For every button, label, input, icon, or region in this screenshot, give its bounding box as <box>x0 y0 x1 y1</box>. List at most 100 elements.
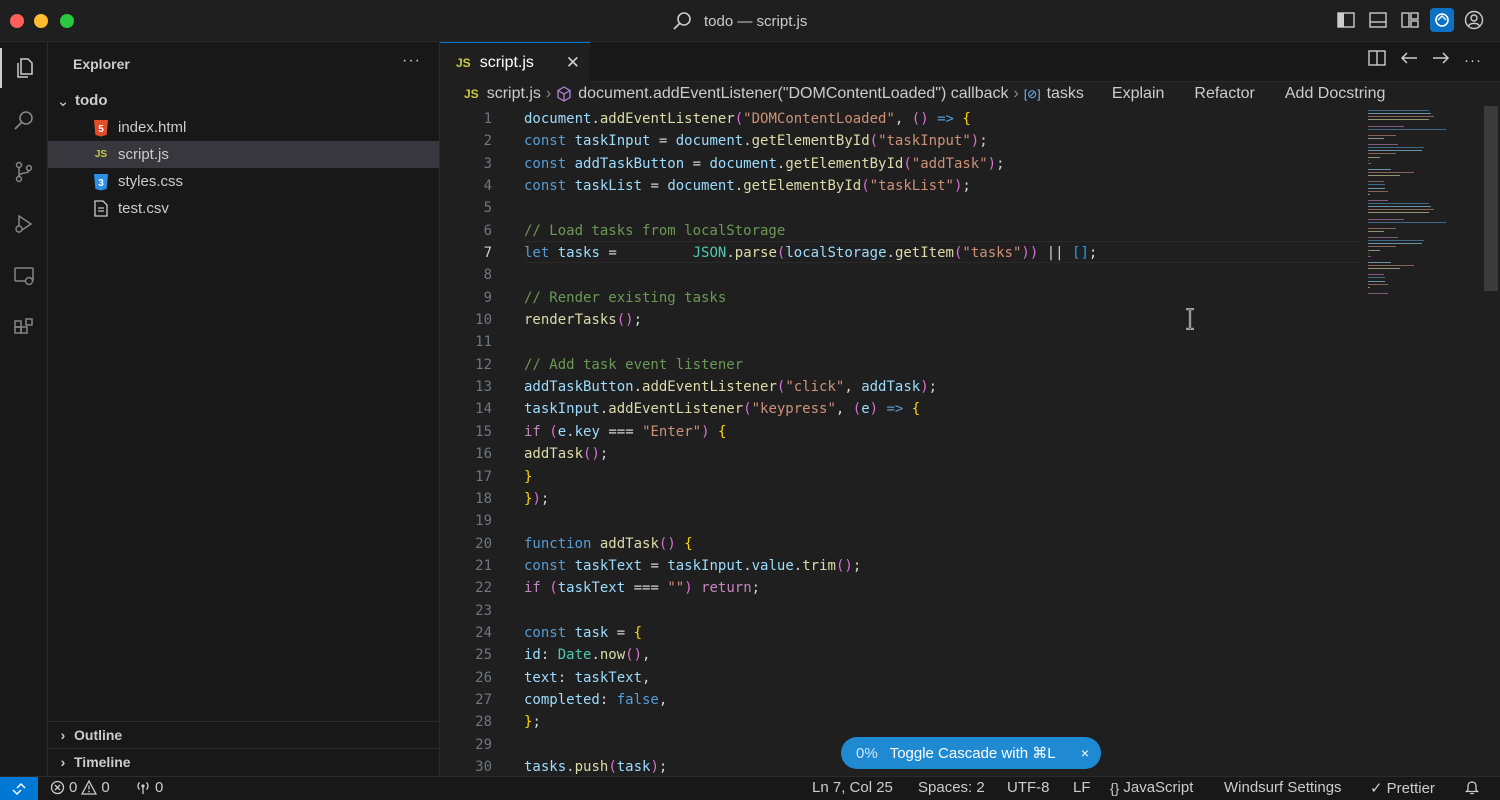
remote-explorer-icon[interactable] <box>0 256 48 296</box>
prettier-status[interactable]: ✓ Prettier <box>1370 779 1435 798</box>
more-actions-icon[interactable]: ··· <box>402 52 421 70</box>
code-line[interactable]: addTask(); <box>524 443 1354 465</box>
more-actions-icon[interactable]: ··· <box>1464 52 1482 69</box>
toggle-primary-sidebar-icon[interactable] <box>1334 8 1358 32</box>
cursor-position[interactable]: Ln 7, Col 25 <box>812 779 893 796</box>
close-window-button[interactable] <box>10 14 24 28</box>
line-number: 13 <box>475 379 492 396</box>
minimap-line <box>1368 286 1371 288</box>
code-line[interactable]: // Render existing tasks <box>524 287 1354 309</box>
minimap-line <box>1368 147 1425 149</box>
code-line[interactable]: }); <box>524 488 1354 510</box>
code-line[interactable]: const taskText = taskInput.value.trim(); <box>524 555 1354 577</box>
code-line[interactable]: if (taskText === "") return; <box>524 577 1354 599</box>
cascade-toggle-toast[interactable]: 0% Toggle Cascade with ⌘L × <box>841 737 1101 769</box>
windsurf-settings[interactable]: Windsurf Settings <box>1224 779 1342 796</box>
minimize-window-button[interactable] <box>34 14 48 28</box>
chevron-right-icon: › <box>60 754 66 770</box>
go-forward-icon[interactable] <box>1432 51 1450 70</box>
remote-indicator-icon[interactable] <box>0 777 38 800</box>
code-line[interactable] <box>524 197 1354 219</box>
code-line[interactable]: renderTasks(); <box>524 309 1354 331</box>
code-line[interactable]: taskInput.addEventListener("keypress", (… <box>524 398 1354 420</box>
code-line[interactable] <box>524 264 1354 286</box>
notifications-bell-icon[interactable] <box>1464 779 1480 795</box>
code-line[interactable]: text: taskText, <box>524 667 1354 689</box>
explain-action[interactable]: Explain <box>1112 85 1164 103</box>
line-number: 11 <box>475 334 492 351</box>
cascade-toggle-icon[interactable] <box>1430 8 1454 32</box>
code-line[interactable]: completed: false, <box>524 689 1354 711</box>
add-docstring-action[interactable]: Add Docstring <box>1285 85 1386 103</box>
code-line[interactable]: const taskInput = document.getElementByI… <box>524 130 1354 152</box>
minimap-line <box>1368 184 1386 186</box>
code-line[interactable]: // Load tasks from localStorage <box>524 220 1354 242</box>
breadcrumb-symbol[interactable]: tasks <box>1047 85 1084 103</box>
code-line[interactable]: if (e.key === "Enter") { <box>524 421 1354 443</box>
indentation[interactable]: Spaces: 2 <box>918 779 985 796</box>
toggle-panel-icon[interactable] <box>1366 8 1390 32</box>
close-icon[interactable]: × <box>1081 745 1089 761</box>
language-label: JavaScript <box>1123 779 1194 796</box>
code-line[interactable] <box>524 600 1354 622</box>
close-tab-icon[interactable]: ✕ <box>566 53 580 73</box>
breadcrumb-callback[interactable]: document.addEventListener("DOMContentLoa… <box>578 85 1008 103</box>
code-line[interactable]: }; <box>524 711 1354 733</box>
text-cursor-icon <box>1184 307 1196 335</box>
code-line[interactable] <box>524 510 1354 532</box>
search-icon[interactable] <box>0 100 48 140</box>
split-editor-icon[interactable] <box>1368 50 1386 71</box>
code-line[interactable]: } <box>524 466 1354 488</box>
variable-icon: [⊘] <box>1023 87 1041 101</box>
code-line[interactable]: const task = { <box>524 622 1354 644</box>
file-item-script-js[interactable]: JS script.js <box>48 141 439 168</box>
double-check-icon: ✓ <box>1370 780 1383 797</box>
language-mode[interactable]: {} JavaScript <box>1110 779 1193 796</box>
minimap[interactable] <box>1364 106 1482 306</box>
refactor-action[interactable]: Refactor <box>1194 85 1254 103</box>
line-number: 21 <box>475 557 492 574</box>
code-line[interactable]: id: Date.now(), <box>524 644 1354 666</box>
code-line[interactable]: const taskList = document.getElementById… <box>524 175 1354 197</box>
broadcast-icon <box>137 782 149 794</box>
code-line[interactable]: let tasks = JSON.parse(localStorage.getI… <box>524 242 1354 264</box>
cascade-percent: 0% <box>856 744 878 762</box>
file-item-styles-css[interactable]: 3 styles.css <box>48 168 439 195</box>
customize-layout-icon[interactable] <box>1398 8 1422 32</box>
line-number: 26 <box>475 669 492 686</box>
problems-indicator[interactable]: 0 0 <box>50 779 110 796</box>
outline-section[interactable]: › Outline <box>48 721 439 748</box>
minimap-line <box>1368 134 1396 136</box>
code-line[interactable]: addTaskButton.addEventListener("click", … <box>524 376 1354 398</box>
file-item-index-html[interactable]: 5 index.html <box>48 114 439 141</box>
code-line[interactable]: const addTaskButton = document.getElemen… <box>524 153 1354 175</box>
command-center[interactable]: todo — script.js <box>672 9 807 33</box>
line-number: 22 <box>475 580 492 597</box>
line-number: 19 <box>475 513 492 530</box>
file-item-test-csv[interactable]: test.csv <box>48 195 439 222</box>
folder-todo[interactable]: ⌄ todo <box>48 87 439 114</box>
account-icon[interactable] <box>1462 8 1486 32</box>
breadcrumb-file[interactable]: script.js <box>487 85 541 103</box>
extensions-icon[interactable] <box>0 308 48 348</box>
minimap-line <box>1368 221 1447 223</box>
end-of-line[interactable]: LF <box>1073 779 1091 796</box>
title-bar: todo — script.js <box>0 0 1500 42</box>
line-number: 4 <box>483 178 492 195</box>
encoding[interactable]: UTF-8 <box>1007 779 1050 796</box>
code-line[interactable]: function addTask() { <box>524 533 1354 555</box>
code-editor[interactable]: document.addEventListener("DOMContentLoa… <box>524 108 1354 778</box>
vertical-scrollbar[interactable] <box>1484 106 1498 291</box>
run-debug-icon[interactable] <box>0 204 48 244</box>
minimap-line <box>1368 125 1404 127</box>
maximize-window-button[interactable] <box>60 14 74 28</box>
code-line[interactable] <box>524 331 1354 353</box>
code-line[interactable]: // Add task event listener <box>524 354 1354 376</box>
timeline-section[interactable]: › Timeline <box>48 748 439 775</box>
tab-script-js[interactable]: JS script.js ✕ <box>440 42 590 82</box>
source-control-icon[interactable] <box>0 152 48 192</box>
go-back-icon[interactable] <box>1400 51 1418 70</box>
code-line[interactable]: document.addEventListener("DOMContentLoa… <box>524 108 1354 130</box>
explorer-icon[interactable] <box>0 48 48 88</box>
ports-indicator[interactable]: 0 <box>135 779 163 796</box>
